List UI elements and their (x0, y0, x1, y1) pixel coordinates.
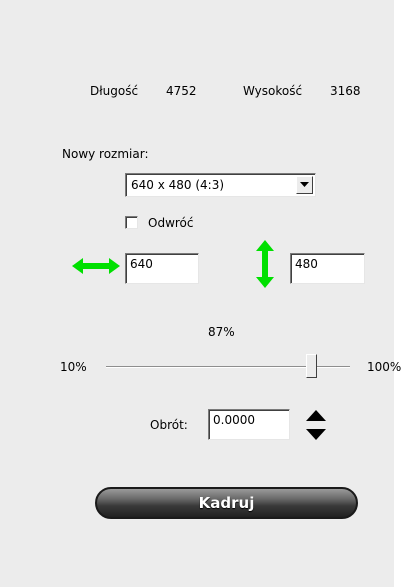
rotation-label: Obrót: (150, 418, 188, 432)
rotation-input[interactable]: 0.0000 (208, 409, 290, 440)
width-input[interactable]: 640 (125, 253, 199, 284)
up-down-triangles-icon[interactable] (306, 410, 326, 440)
scale-min-label: 10% (60, 360, 87, 374)
width-value: 4752 (166, 84, 197, 98)
width-label: Długość (90, 84, 139, 98)
dropdown-button[interactable] (296, 176, 313, 194)
scale-max-label: 100% (367, 360, 401, 374)
invert-label: Odwróć (148, 216, 194, 230)
vertical-double-arrow-icon (256, 240, 274, 288)
height-label: Wysokość (243, 84, 303, 98)
size-preset-select[interactable]: 640 x 480 (4:3) (125, 173, 316, 197)
panel-edge (394, 0, 401, 587)
crop-button[interactable]: Kadruj (95, 487, 358, 519)
size-preset-value: 640 x 480 (4:3) (131, 178, 225, 192)
rotation-input-value: 0.0000 (213, 413, 255, 427)
horizontal-double-arrow-icon (72, 258, 120, 274)
chevron-down-icon (300, 182, 309, 187)
scale-slider-thumb[interactable] (306, 354, 317, 378)
height-value: 3168 (330, 84, 361, 98)
height-input-value: 480 (295, 257, 318, 271)
height-input[interactable]: 480 (290, 253, 365, 284)
width-input-value: 640 (130, 257, 153, 271)
invert-checkbox[interactable] (125, 216, 138, 229)
new-size-label: Nowy rozmiar: (62, 147, 149, 161)
scale-value-label: 87% (208, 325, 235, 339)
